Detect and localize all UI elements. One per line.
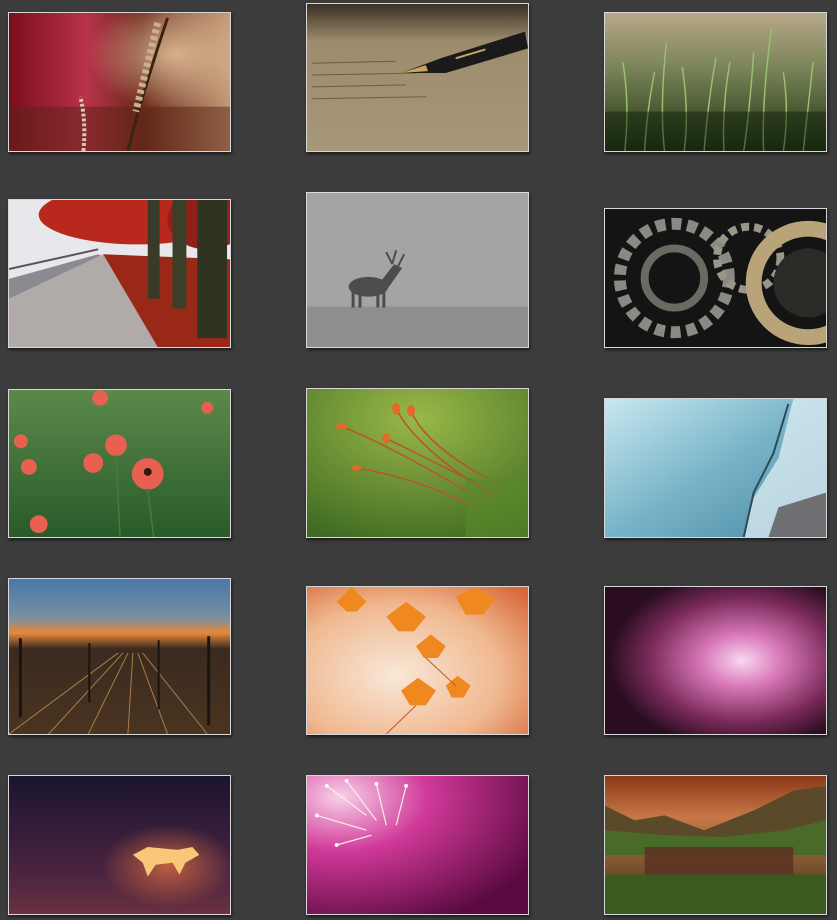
thumbnail-maple-leaves[interactable] [306, 586, 529, 735]
thumbnail-mountain-lake[interactable] [604, 775, 827, 915]
thumbnail-pink-flower[interactable] [306, 775, 529, 915]
maple-leaves-image [307, 587, 528, 734]
purple-bokeh-image [605, 587, 826, 734]
red-tree-promenade-image [9, 200, 230, 347]
icy-rock-face-image [605, 399, 826, 537]
thumbnail-gear-mechanism[interactable] [604, 208, 827, 348]
mountain-lake-image [605, 776, 826, 914]
fountain-pen-image [307, 4, 528, 151]
thumbnail-red-tree-promenade[interactable] [8, 199, 231, 348]
pink-flower-image [307, 776, 528, 914]
thumbnail-red-poppies[interactable] [8, 389, 231, 538]
thumbnail-purple-bokeh[interactable] [604, 586, 827, 735]
thumbnail-deer-in-fog[interactable] [306, 192, 529, 348]
green-grass-image [605, 13, 826, 151]
moss-macro-image [307, 389, 528, 537]
thumbnail-green-grass[interactable] [604, 12, 827, 152]
gear-mechanism-image [605, 209, 826, 347]
thumbnail-railway-yard[interactable] [8, 578, 231, 735]
thumbnail-moss-macro[interactable] [306, 388, 529, 538]
wheat-stalks-image [9, 13, 230, 151]
wallpaper-thumbnail-grid [0, 0, 837, 920]
thumbnail-fountain-pen[interactable] [306, 3, 529, 152]
origami-cat-image [9, 776, 230, 914]
deer-in-fog-image [307, 193, 528, 347]
railway-yard-image [9, 579, 230, 734]
thumbnail-wheat-stalks[interactable] [8, 12, 231, 152]
red-poppies-image [9, 390, 230, 537]
thumbnail-icy-rock-face[interactable] [604, 398, 827, 538]
thumbnail-origami-cat[interactable] [8, 775, 231, 915]
